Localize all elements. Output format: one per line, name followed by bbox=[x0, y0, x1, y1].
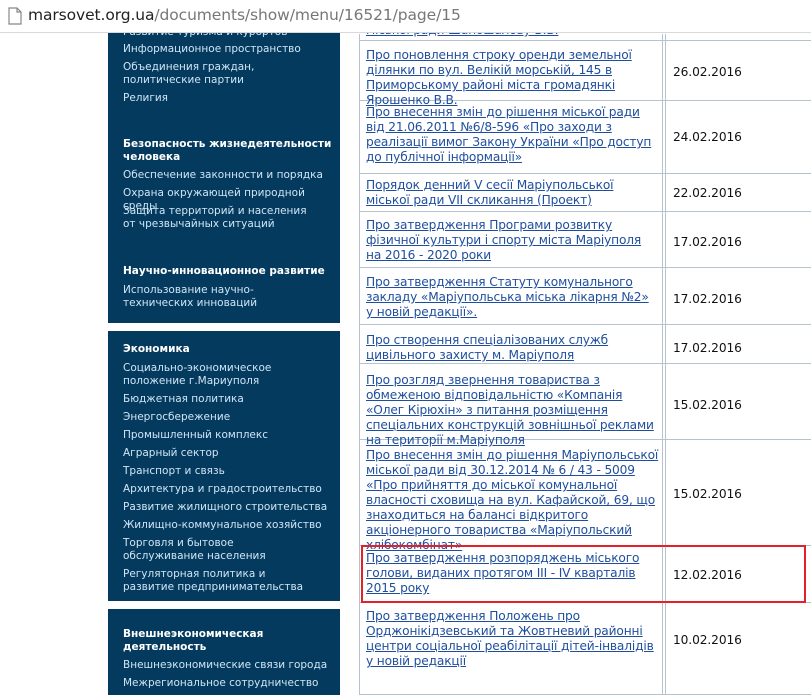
row-separator bbox=[360, 173, 811, 174]
document-date: 15.02.2016 bbox=[673, 398, 742, 412]
sidebar-link[interactable]: Религия bbox=[123, 92, 328, 105]
sidebar-link[interactable]: Социально-экономическое положение г.Мари… bbox=[123, 362, 323, 388]
document-link[interactable]: Про внесення змін до рішення міської рад… bbox=[366, 105, 659, 165]
sidebar-link[interactable]: Транспорт и связь bbox=[123, 465, 328, 478]
sidebar-link[interactable]: Защита территорий и населения от чрезвыч… bbox=[123, 205, 313, 231]
sidebar-link[interactable]: Бюджетная политика bbox=[123, 393, 328, 406]
row-separator bbox=[360, 267, 811, 268]
row-separator bbox=[360, 602, 811, 603]
address-bar[interactable]: marsovet.org.ua/documents/show/menu/1652… bbox=[0, 0, 811, 33]
row-separator bbox=[360, 363, 811, 364]
row-separator bbox=[360, 324, 811, 325]
document-date: 17.02.2016 bbox=[673, 341, 742, 355]
table-border bbox=[665, 34, 666, 695]
document-link[interactable]: Про розгляд звернення товариства з обмеж… bbox=[366, 373, 659, 448]
sidebar-section-heading: Внешнеэкономическая деятельность bbox=[123, 628, 264, 653]
sidebar-link[interactable]: Торговля и бытовое обслуживание населени… bbox=[123, 537, 313, 563]
sidebar-link[interactable]: Регуляторная политика и развитие предпри… bbox=[123, 568, 313, 594]
document-link[interactable]: Про створення спеціалізованих служб циві… bbox=[366, 333, 659, 363]
sidebar-link[interactable]: Обеспечение законности и порядка bbox=[123, 169, 328, 182]
sidebar-link[interactable]: Энергосбережение bbox=[123, 411, 328, 424]
document-link[interactable]: Про поновлення строку оренди земельної д… bbox=[366, 48, 659, 108]
document-link[interactable]: Про внесення змін до рішення Маріупольсь… bbox=[366, 448, 659, 553]
sidebar-link[interactable]: Промышленный комплекс bbox=[123, 429, 328, 442]
url-path: /documents/show/menu/16521/page/15 bbox=[154, 6, 461, 24]
url-text[interactable]: marsovet.org.ua/documents/show/menu/1652… bbox=[28, 6, 461, 24]
document-date: 17.02.2016 bbox=[673, 235, 742, 249]
page-icon bbox=[8, 7, 22, 25]
sidebar-section-heading: Безопасность жизнедеятельности человека bbox=[123, 138, 332, 163]
document-date: 17.02.2016 bbox=[673, 292, 742, 306]
document-date: 12.02.2016 bbox=[673, 568, 742, 582]
sidebar-link[interactable]: Развитие жилищного строительства bbox=[123, 501, 328, 514]
table-border bbox=[662, 34, 663, 695]
sidebar-section-heading: Научно-инновационное развитие bbox=[123, 265, 325, 277]
documents-table: міської ради Шапошалову В.В. Про поновле… bbox=[359, 23, 811, 695]
sidebar-section-economy: Экономика Социально-экономическое положе… bbox=[108, 331, 340, 601]
url-host: marsovet.org.ua bbox=[28, 6, 155, 24]
document-link[interactable]: Порядок денний V сесії Маріупольської мі… bbox=[366, 178, 659, 208]
document-date: 15.02.2016 bbox=[673, 487, 742, 501]
sidebar-link[interactable]: Внешнеэкономические связи города bbox=[123, 659, 328, 672]
sidebar-link[interactable]: Архитектура и градостроительство bbox=[123, 483, 328, 496]
sidebar: Развитие туризма и курортов Информационн… bbox=[108, 26, 340, 695]
table-border bbox=[359, 34, 360, 695]
document-link[interactable]: Про затвердження Програми розвитку фізич… bbox=[366, 218, 659, 263]
row-separator bbox=[360, 211, 811, 212]
sidebar-link[interactable]: Объединения граждан, политические партии bbox=[123, 61, 323, 87]
document-link[interactable]: Про затвердження розпоряджень міського г… bbox=[366, 551, 659, 596]
document-date: 24.02.2016 bbox=[673, 130, 742, 144]
sidebar-section-foreign-economy: Внешнеэкономическая деятельность Внешнеэ… bbox=[108, 609, 340, 695]
sidebar-section-heading: Экономика bbox=[123, 343, 190, 355]
document-date: 22.02.2016 bbox=[673, 186, 742, 200]
document-date: 26.02.2016 bbox=[673, 65, 742, 79]
row-separator bbox=[360, 40, 811, 41]
sidebar-link[interactable]: Жилищно-коммунальное хозяйство bbox=[123, 519, 328, 532]
sidebar-link[interactable]: Информационное пространство bbox=[123, 43, 328, 56]
sidebar-link[interactable]: Использование научно-технических инновац… bbox=[123, 284, 313, 310]
sidebar-link[interactable]: Межрегиональное сотрудничество bbox=[123, 677, 328, 690]
document-link[interactable]: Про затвердження Положень про Орджонікід… bbox=[366, 609, 659, 669]
document-link[interactable]: Про затвердження Статуту комунального за… bbox=[366, 275, 659, 320]
sidebar-link[interactable]: Аграрный сектор bbox=[123, 447, 328, 460]
document-date: 10.02.2016 bbox=[673, 633, 742, 647]
sidebar-section-innovation: Научно-инновационное развитие Использова… bbox=[108, 251, 340, 323]
